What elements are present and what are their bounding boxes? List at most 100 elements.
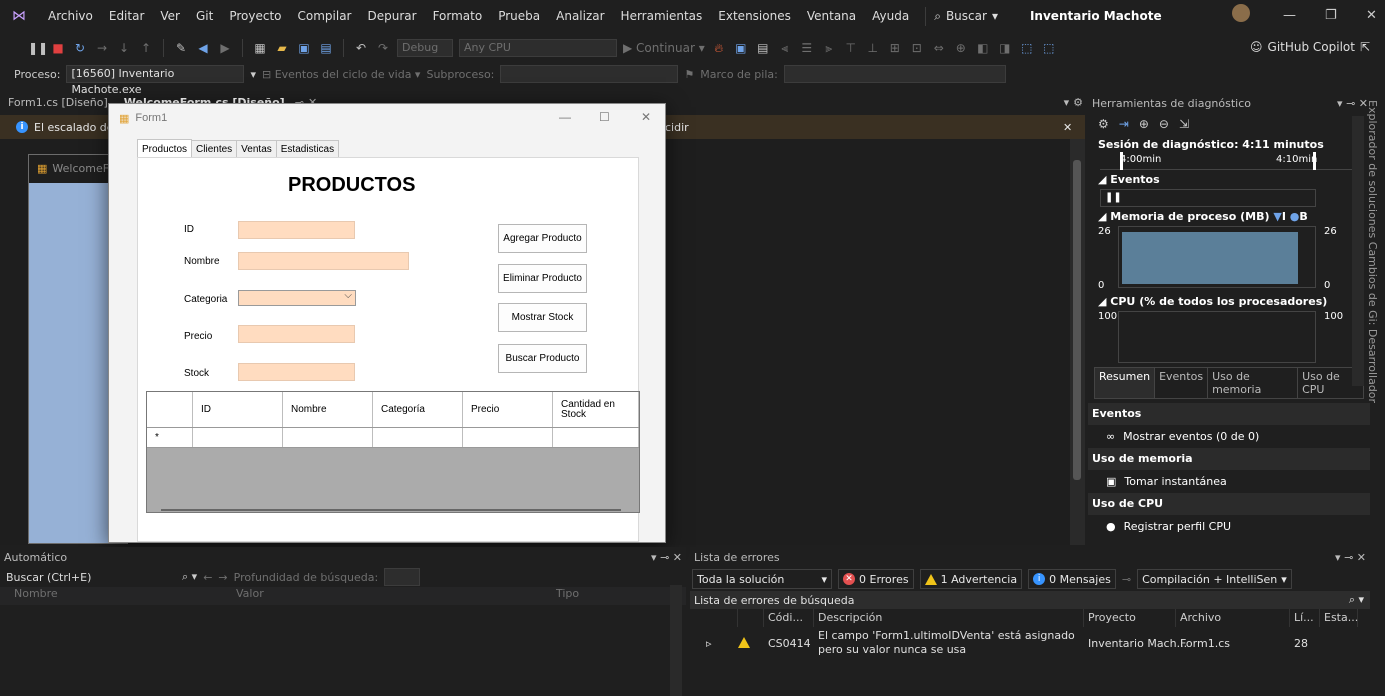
panel-controls[interactable]: ▾ ⊸ ✕ (651, 551, 686, 564)
step-into-icon[interactable]: ↓ (116, 40, 132, 56)
stack-frame-select[interactable] (783, 65, 1006, 83)
save-icon[interactable]: ▣ (296, 40, 312, 56)
avatar[interactable] (1232, 4, 1250, 22)
menu-ver[interactable]: Ver (152, 9, 188, 23)
record-cpu-button[interactable]: ● Registrar perfil CPU (1088, 515, 1370, 538)
step-out-icon[interactable]: ↑ (138, 40, 154, 56)
col-nombre[interactable]: Nombre (0, 587, 236, 605)
zoom-in-icon[interactable]: ⊕ (1139, 117, 1149, 131)
tab-uso-memoria[interactable]: Uso de memoria (1208, 368, 1299, 398)
menu-prueba[interactable]: Prueba (490, 9, 548, 23)
align-left-icon[interactable]: ⫷ (777, 40, 793, 56)
build-select[interactable]: Compilación + IntelliSen ▾ (1137, 569, 1292, 589)
align-center-icon[interactable]: ☰ (799, 40, 815, 56)
tab-order-icon[interactable]: ⬚ (1019, 40, 1035, 56)
menu-ventana[interactable]: Ventana (799, 9, 864, 23)
continue-button[interactable]: ▶ Continuar ▾ (623, 41, 705, 55)
window-layout-icon[interactable]: ▤ (755, 40, 771, 56)
grid-col-categoria[interactable]: Categoría (373, 392, 463, 427)
menu-analizar[interactable]: Analizar (548, 9, 612, 23)
col-tipo[interactable]: Tipo (556, 587, 656, 605)
col-estado[interactable]: Esta... (1320, 609, 1358, 627)
grid-col-nombre[interactable]: Nombre (283, 392, 373, 427)
cpu-graph[interactable]: 100 100 (1088, 311, 1370, 367)
grid-horizontal-scrollbar[interactable] (161, 509, 621, 511)
new-project-icon[interactable]: ▦ (252, 40, 268, 56)
panel-controls[interactable]: ▾ ⊸ ✕ (1335, 551, 1370, 564)
tab-resumen[interactable]: Resumen (1095, 368, 1156, 398)
grid-icon[interactable]: ⊡ (909, 40, 925, 56)
col-archivo[interactable]: Archivo (1176, 609, 1290, 627)
col-linea[interactable]: Lí... (1290, 609, 1320, 627)
buscar-producto-button[interactable]: Buscar Producto (498, 344, 587, 373)
undo-icon[interactable]: ↶ (353, 40, 369, 56)
config-select[interactable]: Debug (397, 39, 453, 57)
pause-icon[interactable]: ❚❚ (1105, 192, 1122, 203)
tab-eventos[interactable]: Eventos (1155, 368, 1209, 398)
redo-icon[interactable]: ↷ (375, 40, 391, 56)
tools-icon[interactable]: ✎ (173, 40, 189, 56)
table-cell[interactable] (373, 428, 463, 447)
table-cell[interactable] (553, 428, 639, 447)
mostrar-stock-button[interactable]: Mostrar Stock (498, 303, 587, 332)
scope-select[interactable]: Toda la solución ▾ (692, 569, 832, 589)
memory-graph[interactable]: 26 0 26 0 (1088, 226, 1370, 292)
lifecycle-events-button[interactable]: ⊟ Eventos del ciclo de vida ▾ (262, 68, 421, 81)
send-back-icon[interactable]: ◨ (997, 40, 1013, 56)
forward-icon[interactable]: ▶ (217, 40, 233, 56)
filter-icon[interactable]: ⊸ (1122, 573, 1131, 586)
productos-grid[interactable]: ID Nombre Categoría Precio Cantidad en S… (146, 391, 640, 513)
tab-ventas[interactable]: Ventas (236, 140, 277, 158)
stop-icon[interactable]: ■ (50, 40, 66, 56)
grid-col-cantidad[interactable]: Cantidad en Stock (553, 392, 639, 427)
tab-overflow-icon[interactable]: ▾ (1062, 93, 1072, 113)
back-icon[interactable]: ← (203, 571, 212, 584)
menu-formato[interactable]: Formato (425, 9, 491, 23)
categoria-select[interactable]: ⌵ (238, 290, 356, 306)
col-descripcion[interactable]: Descripción (814, 609, 1084, 627)
precio-input[interactable] (238, 325, 355, 343)
show-events-link[interactable]: ∞ Mostrar eventos (0 de 0) (1088, 425, 1370, 448)
menu-editar[interactable]: Editar (101, 9, 153, 23)
tab-form1-design[interactable]: Form1.cs [Diseño] (0, 93, 116, 113)
id-input[interactable] (238, 221, 355, 239)
col-codigo[interactable]: Códi... (764, 609, 814, 627)
spacing-icon[interactable]: ⇔ (931, 40, 947, 56)
reset-zoom-icon[interactable]: ⇲ (1179, 117, 1189, 131)
menu-ayuda[interactable]: Ayuda (864, 9, 917, 23)
minimize-icon[interactable]: — (559, 110, 571, 124)
eliminar-producto-button[interactable]: Eliminar Producto (498, 264, 587, 293)
close-icon[interactable]: ✕ (1366, 8, 1377, 23)
restart-icon[interactable]: ↻ (72, 40, 88, 56)
stock-input[interactable] (238, 363, 355, 381)
make-same-size-icon[interactable]: ⊞ (887, 40, 903, 56)
align-top-icon[interactable]: ⊤ (843, 40, 859, 56)
timeline-ruler[interactable]: 4:00min 4:10min (1100, 152, 1358, 170)
menu-depurar[interactable]: Depurar (359, 9, 424, 23)
table-cell[interactable] (193, 428, 283, 447)
align-middle-icon[interactable]: ⊥ (865, 40, 881, 56)
col-valor[interactable]: Valor (236, 587, 556, 605)
warnings-filter-button[interactable]: 1 Advertencia (919, 569, 1023, 589)
copilot-button[interactable]: ☺ GitHub Copilot ⇱ (1250, 40, 1370, 54)
pause-icon[interactable]: ❚❚ (28, 40, 48, 56)
range-start-handle[interactable] (1120, 152, 1123, 170)
global-search[interactable]: ⌕ Buscar ▾ (925, 6, 1006, 26)
thread-select[interactable] (500, 65, 679, 83)
infobar-action-link[interactable]: cidir (665, 121, 689, 134)
diagnostics-scrollbar[interactable] (1352, 116, 1364, 386)
align-right-icon[interactable]: ⫸ (821, 40, 837, 56)
error-search-input[interactable]: Lista de errores de búsqueda ⌕ ▾ (690, 591, 1370, 609)
lock-controls-icon[interactable]: ⬚ (1041, 40, 1057, 56)
range-end-handle[interactable] (1313, 152, 1316, 170)
save-all-icon[interactable]: ▤ (318, 40, 334, 56)
zoom-out-icon[interactable]: ⊖ (1159, 117, 1169, 131)
menu-herramientas[interactable]: Herramientas (613, 9, 711, 23)
table-row[interactable]: ▹ CS0414 El campo 'Form1.ultimoIDVenta' … (690, 627, 1370, 657)
close-icon[interactable]: ✕ (641, 110, 651, 124)
autos-scrollbar[interactable] (670, 585, 682, 696)
menu-extensiones[interactable]: Extensiones (710, 9, 799, 23)
tab-estadisticas[interactable]: Estadisticas (275, 140, 340, 158)
restore-icon[interactable]: ❐ (1325, 8, 1337, 23)
agregar-producto-button[interactable]: Agregar Producto (498, 224, 587, 253)
